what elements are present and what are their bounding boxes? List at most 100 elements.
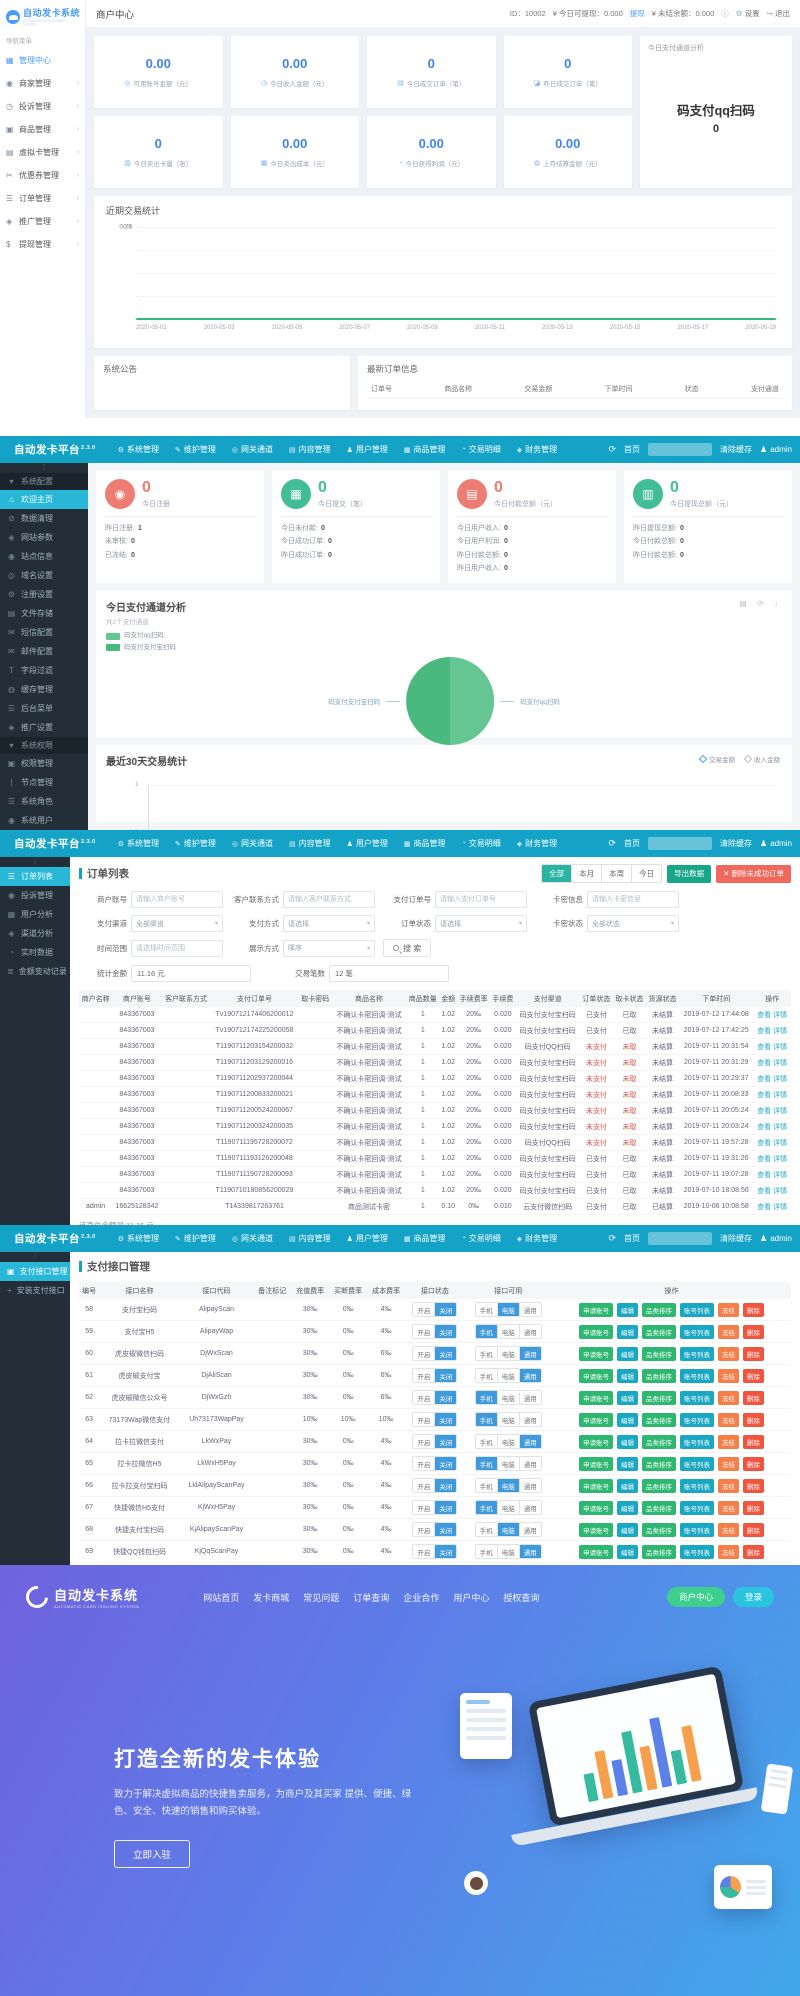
avail-mobile-option[interactable]: 手机 <box>476 1435 497 1448</box>
avail-all-option[interactable]: 通用 <box>519 1479 541 1492</box>
avail-pc-option[interactable]: 电脑 <box>497 1435 519 1448</box>
sort-button[interactable]: 品类排序 <box>642 1413 676 1427</box>
platform-nav-item[interactable]: ⚙ 系统管理 <box>110 1225 167 1252</box>
admin-sidebar-item[interactable]: ◍ 缓存管理 <box>0 680 88 699</box>
landing-nav-item[interactable]: 企业合作 <box>403 1591 439 1604</box>
withdraw-link[interactable]: 提现 <box>630 8 645 19</box>
detail-link[interactable]: 详情 <box>773 1156 787 1163</box>
platform-nav-item[interactable]: ♟ 用户管理 <box>339 436 396 463</box>
platform-nav-item[interactable]: ▦ 商品管理 <box>396 436 454 463</box>
apply-account-button[interactable]: 申请账号 <box>579 1501 613 1515</box>
sidebar-menu-item[interactable]: ▤ 虚拟卡管理 › <box>0 141 85 164</box>
header-search-input[interactable] <box>648 443 712 456</box>
freeze-button[interactable]: 冻结 <box>718 1435 739 1449</box>
account-list-button[interactable]: 账号列表 <box>680 1545 714 1559</box>
avail-mobile-option[interactable]: 手机 <box>476 1347 497 1360</box>
detail-link[interactable]: 详情 <box>773 1204 787 1211</box>
logout-button[interactable]: ↪ 退出 <box>767 8 790 19</box>
account-list-button[interactable]: 账号列表 <box>680 1325 714 1339</box>
avail-pc-option[interactable]: 电脑 <box>497 1325 519 1338</box>
landing-nav-item[interactable]: 常见问题 <box>303 1591 339 1604</box>
platform-nav-item[interactable]: ◎ 网关通道 <box>224 1225 281 1252</box>
platform-nav-item[interactable]: ▦ 商品管理 <box>396 830 454 857</box>
orders-sidebar-item[interactable]: ≣ 金额变动记录 <box>0 962 70 981</box>
toggle-off-option[interactable]: 关闭 <box>434 1501 456 1514</box>
landing-nav-item[interactable]: 发卡商城 <box>253 1591 289 1604</box>
freeze-button[interactable]: 冻结 <box>718 1479 739 1493</box>
avail-mobile-option[interactable]: 手机 <box>476 1501 497 1514</box>
freeze-button[interactable]: 冻结 <box>718 1391 739 1405</box>
toggle-off-option[interactable]: 关闭 <box>434 1435 456 1448</box>
freeze-button[interactable]: 冻结 <box>718 1545 739 1559</box>
apply-account-button[interactable]: 申请账号 <box>579 1391 613 1405</box>
order-status-select[interactable]: 请选择▾ <box>435 915 527 932</box>
payment-order-no-input[interactable] <box>435 891 527 908</box>
avail-mobile-option[interactable]: 手机 <box>476 1545 497 1558</box>
card-status-select[interactable]: 全部状态▾ <box>587 915 679 932</box>
header-search-input[interactable] <box>648 837 712 850</box>
admin-sidebar-item[interactable]: ◈ 网站参数 <box>0 528 88 547</box>
view-link[interactable]: 查看 <box>757 1028 771 1035</box>
account-list-button[interactable]: 账号列表 <box>680 1303 714 1317</box>
toggle-off-option[interactable]: 关闭 <box>434 1545 456 1558</box>
join-now-button[interactable]: 立即入驻 <box>114 1840 190 1868</box>
settings-button[interactable]: ⚙ 设置 <box>736 8 760 19</box>
sort-button[interactable]: 品类排序 <box>642 1523 676 1537</box>
toggle-off-option[interactable]: 关闭 <box>434 1391 456 1404</box>
detail-link[interactable]: 详情 <box>773 1076 787 1083</box>
view-link[interactable]: 查看 <box>757 1060 771 1067</box>
toggle-on-option[interactable]: 开启 <box>413 1391 434 1404</box>
delete-button[interactable]: 删除 <box>743 1545 764 1559</box>
merchant-account-input[interactable] <box>131 891 223 908</box>
orders-sidebar-item[interactable]: ▦ 用户分析 <box>0 905 70 924</box>
avail-all-option[interactable]: 通用 <box>519 1545 541 1558</box>
edit-button[interactable]: 编辑 <box>617 1369 638 1383</box>
toggle-on-option[interactable]: 开启 <box>413 1523 434 1536</box>
toggle-off-option[interactable]: 关闭 <box>434 1347 456 1360</box>
sidebar-menu-item[interactable]: $ 提现管理 › <box>0 233 85 256</box>
detail-link[interactable]: 详情 <box>773 1060 787 1067</box>
view-link[interactable]: 查看 <box>757 1044 771 1051</box>
avail-pc-option[interactable]: 电脑 <box>497 1523 519 1536</box>
avail-mobile-option[interactable]: 手机 <box>476 1523 497 1536</box>
avail-pc-option[interactable]: 电脑 <box>497 1479 519 1492</box>
platform-nav-item[interactable]: ▤ 内容管理 <box>281 830 339 857</box>
detail-link[interactable]: 详情 <box>773 1140 787 1147</box>
sort-button[interactable]: 品类排序 <box>642 1325 676 1339</box>
sort-order-select[interactable]: 降序▾ <box>283 940 375 957</box>
orders-sidebar-item[interactable]: ◔ 实时数据 <box>0 943 70 962</box>
delete-unpaid-orders-button[interactable]: ✕ 删除未成功订单 <box>716 865 791 883</box>
sort-button[interactable]: 品类排序 <box>642 1545 676 1559</box>
edit-button[interactable]: 编辑 <box>617 1347 638 1361</box>
landing-nav-item[interactable]: 授权查询 <box>503 1591 539 1604</box>
account-list-button[interactable]: 账号列表 <box>680 1347 714 1361</box>
view-link[interactable]: 查看 <box>757 1140 771 1147</box>
refresh-icon[interactable]: ⟳ <box>608 838 616 849</box>
edit-button[interactable]: 编辑 <box>617 1479 638 1493</box>
view-link[interactable]: 查看 <box>757 1188 771 1195</box>
apply-account-button[interactable]: 申请账号 <box>579 1435 613 1449</box>
platform-nav-item[interactable]: ⚙ 系统管理 <box>110 436 167 463</box>
platform-nav-item[interactable]: ◈ 财务管理 <box>509 436 565 463</box>
card-info-input[interactable] <box>587 891 679 908</box>
sort-button[interactable]: 品类排序 <box>642 1347 676 1361</box>
avail-mobile-option[interactable]: 手机 <box>476 1325 497 1338</box>
freeze-button[interactable]: 冻结 <box>718 1413 739 1427</box>
view-link[interactable]: 查看 <box>757 1156 771 1163</box>
avail-mobile-option[interactable]: 手机 <box>476 1391 497 1404</box>
admin-sidebar-item[interactable]: ⌂ 欢迎主页 <box>0 490 88 509</box>
account-list-button[interactable]: 账号列表 <box>680 1435 714 1449</box>
detail-link[interactable]: 详情 <box>773 1172 787 1179</box>
clear-cache-link[interactable]: 清除缓存 <box>720 838 752 849</box>
account-list-button[interactable]: 账号列表 <box>680 1413 714 1427</box>
payment-sidebar-item[interactable]: + 安装支付接口 <box>0 1281 70 1300</box>
platform-nav-item[interactable]: ◈ 财务管理 <box>509 1225 565 1252</box>
admin-sidebar-item[interactable]: ◉ 系统用户 <box>0 811 88 830</box>
header-search-input[interactable] <box>648 1232 712 1245</box>
toggle-on-option[interactable]: 开启 <box>413 1545 434 1558</box>
apply-account-button[interactable]: 申请账号 <box>579 1303 613 1317</box>
detail-link[interactable]: 详情 <box>773 1044 787 1051</box>
platform-nav-item[interactable]: ◔ 交易明细 <box>454 1225 509 1252</box>
edit-button[interactable]: 编辑 <box>617 1545 638 1559</box>
toggle-off-option[interactable]: 关闭 <box>434 1325 456 1338</box>
